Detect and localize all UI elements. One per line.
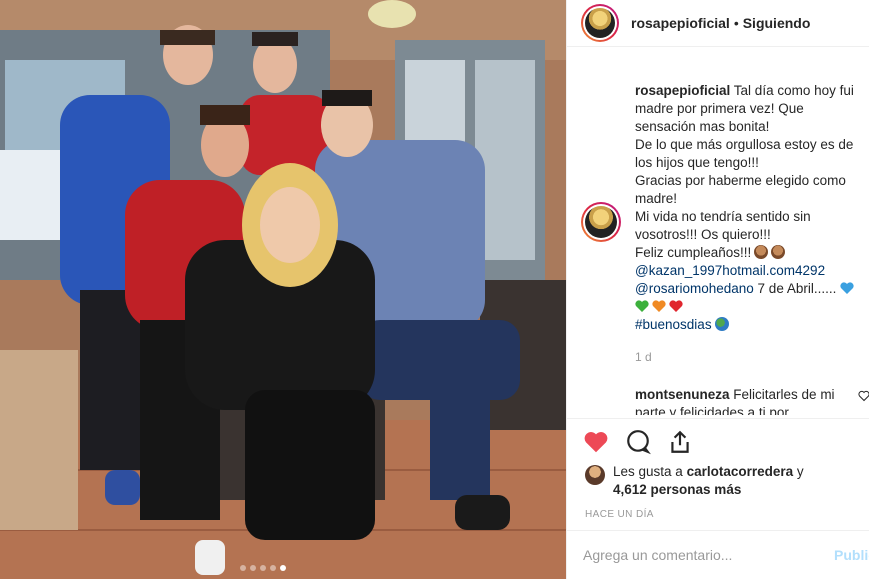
orange-heart-icon: [652, 300, 666, 312]
photo-scene: [0, 0, 566, 579]
post-timestamp[interactable]: HACE UN DÍA: [585, 509, 654, 520]
carousel-dot[interactable]: [260, 565, 266, 571]
carousel-dot[interactable]: [240, 565, 246, 571]
profile-avatar[interactable]: [581, 4, 619, 42]
comment-username[interactable]: montsenuneza: [635, 387, 730, 402]
carousel-dot-active[interactable]: [280, 565, 286, 571]
green-heart-icon: [635, 300, 649, 312]
likes-summary: Les gusta a carlotacorredera y 4,612 per…: [585, 463, 804, 499]
caption-username[interactable]: rosapepioficial: [635, 83, 730, 98]
following-button[interactable]: Siguiendo: [743, 15, 811, 31]
caption-line: Mi vida no tendría sentido sin vosotros!…: [635, 209, 811, 242]
mention-link[interactable]: @rosariomohedano: [635, 281, 754, 296]
cake-icon: [754, 245, 769, 259]
caption-line: Gracias por haberme elegido como madre!: [635, 173, 846, 206]
blue-heart-icon: [840, 282, 854, 294]
comments-area[interactable]: rosapepioficial Tal día como hoy fui mad…: [567, 58, 869, 415]
caption-text: rosapepioficial Tal día como hoy fui mad…: [623, 82, 860, 366]
likes-connector: y: [796, 464, 804, 479]
liker-avatar[interactable]: [585, 465, 605, 485]
cake-icon: [771, 245, 786, 259]
hashtag-link[interactable]: #buenosdias: [635, 317, 712, 332]
caption-line: Feliz cumpleaños!!!: [635, 245, 752, 260]
globe-icon: [714, 317, 729, 331]
caption-date: 7 de Abril......: [757, 281, 837, 296]
comment: montsenuneza Felicitarles de mi parte y …: [567, 366, 869, 415]
liker-username[interactable]: carlotacorredera: [687, 464, 794, 479]
likes-prefix: Les gusta a: [613, 464, 683, 479]
caption-time[interactable]: 1 d: [635, 348, 860, 366]
red-heart-icon: [669, 300, 683, 312]
post-photo[interactable]: [0, 0, 566, 579]
publish-button[interactable]: Publicar: [834, 547, 869, 563]
carousel-dot[interactable]: [250, 565, 256, 571]
share-icon[interactable]: [667, 429, 693, 455]
header-username[interactable]: rosapepioficial: [631, 15, 730, 31]
caption-avatar[interactable]: [581, 202, 621, 242]
mention-link[interactable]: @kazan_1997hotmail.com4292: [635, 263, 825, 278]
comment-icon[interactable]: [625, 429, 651, 455]
add-comment-bar: Agrega un comentario... Publicar: [567, 530, 869, 579]
header-separator: •: [733, 15, 739, 31]
carousel-dot[interactable]: [270, 565, 276, 571]
action-bar: [567, 418, 869, 464]
caption-line: De lo que más orgullosa estoy es de los …: [635, 137, 854, 170]
like-heart-icon[interactable]: [583, 429, 609, 455]
post-side-panel: rosapepioficial • Siguiendo rosapepiofic…: [566, 0, 869, 579]
comment-like-icon[interactable]: [858, 390, 869, 402]
caption: rosapepioficial Tal día como hoy fui mad…: [567, 58, 869, 366]
post-header: rosapepioficial • Siguiendo: [567, 0, 869, 47]
comment-input[interactable]: Agrega un comentario...: [583, 547, 732, 563]
carousel-indicator: [240, 565, 286, 571]
likes-count[interactable]: 4,612 personas más: [613, 482, 741, 497]
